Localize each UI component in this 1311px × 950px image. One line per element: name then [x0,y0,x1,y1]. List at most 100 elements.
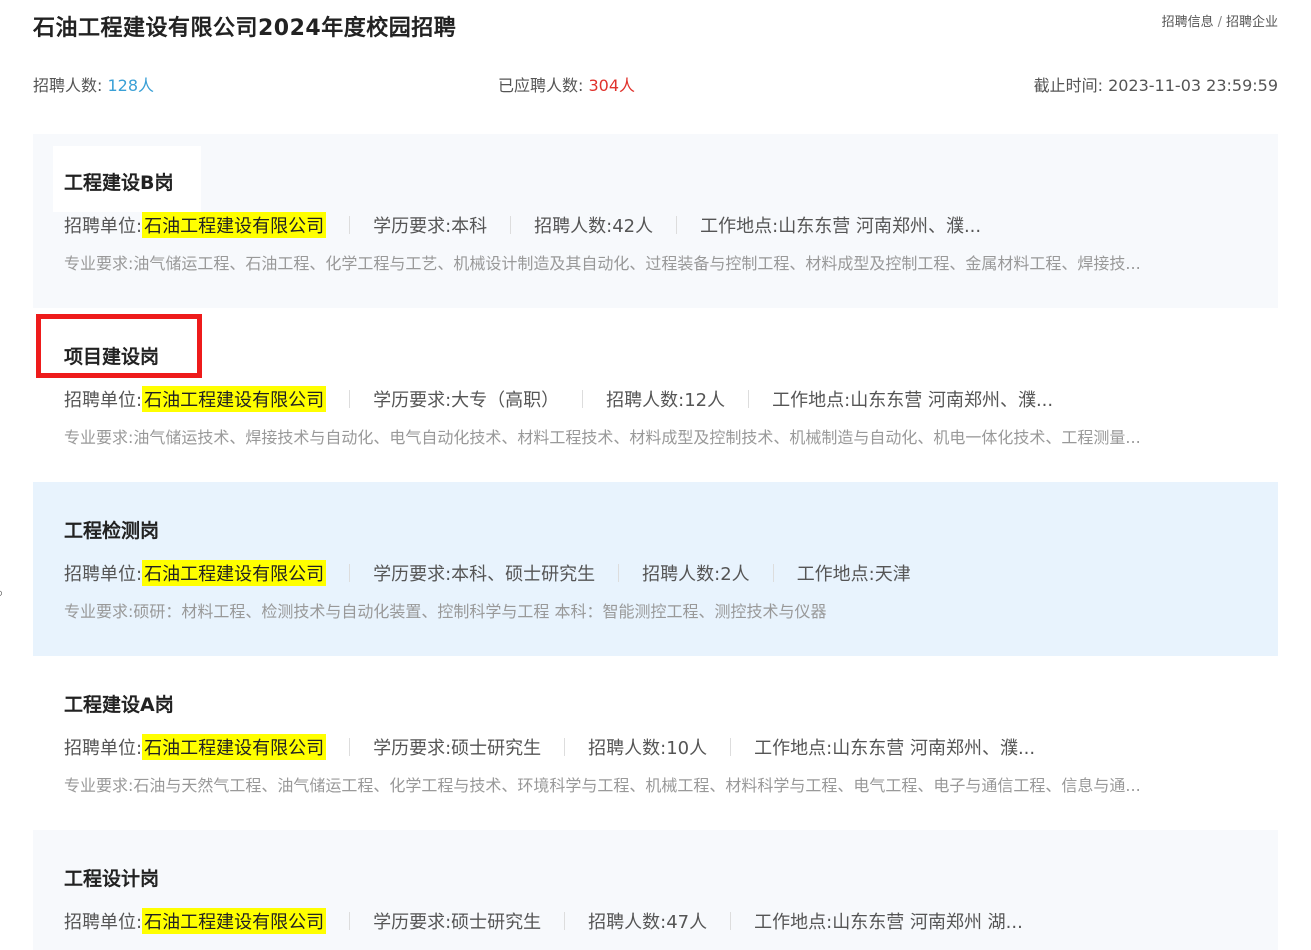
job-location: 工作地点: 山东东营 河南郑州 湖... [754,908,1023,934]
info-divider [730,912,732,930]
job-list: 工程建设B岗 招聘单位: 石油工程建设有限公司 学历要求: 本科 招聘人数: 42人 … [33,134,1278,950]
breadcrumb-recruit-company[interactable]: 招聘企业 [1226,15,1278,30]
job-major-label: 专业要求: [64,776,134,795]
job-unit: 招聘单位: 石油工程建设有限公司 [64,908,327,934]
applied-count-stat: 已应聘人数: 304人 [498,72,635,96]
job-card[interactable]: 项目建设岗 招聘单位: 石油工程建设有限公司 学历要求: 大专（高职） 招聘人数: 1… [33,308,1278,482]
job-count: 招聘人数: 12人 [606,386,725,412]
job-location-value: 天津 [874,564,911,585]
job-count: 招聘人数: 2人 [642,560,750,586]
job-card[interactable]: 工程建设B岗 招聘单位: 石油工程建设有限公司 学历要求: 本科 招聘人数: 42人 … [33,134,1278,308]
info-divider [349,390,351,408]
job-location-label: 工作地点: [754,738,833,759]
info-divider [349,912,351,930]
job-major-label: 专业要求: [64,254,134,273]
job-location-label: 工作地点: [700,216,779,237]
breadcrumb-recruit-info[interactable]: 招聘信息 [1162,15,1214,30]
job-count: 招聘人数: 42人 [534,212,653,238]
job-count: 招聘人数: 47人 [588,908,707,934]
job-education: 学历要求: 本科 [373,212,487,238]
info-divider [772,564,774,582]
job-location: 工作地点: 山东东营 河南郑州、濮... [754,734,1035,760]
job-education-value: 硕士研究生 [451,738,542,759]
info-divider [618,564,620,582]
job-unit: 招聘单位: 石油工程建设有限公司 [64,560,327,586]
job-education-label: 学历要求: [373,738,452,759]
job-title[interactable]: 工程检测岗 [64,516,159,543]
job-major: 专业要求:油气储运技术、焊接技术与自动化、电气自动化技术、材料工程技术、材料成型… [64,424,1249,448]
job-education-value: 本科、硕士研究生 [451,564,596,585]
page-title: 石油工程建设有限公司2024年度校园招聘 [33,16,457,41]
job-card[interactable]: 工程设计岗 招聘单位: 石油工程建设有限公司 学历要求: 硕士研究生 招聘人数: 47… [33,830,1278,950]
job-major-label: 专业要求: [64,428,134,447]
job-count-label: 招聘人数: [534,216,613,237]
applied-count-label: 已应聘人数: [498,76,584,95]
job-major: 专业要求:石油与天然气工程、油气储运工程、化学工程与技术、环境科学与工程、机械工… [64,772,1249,796]
recruit-count-label: 招聘人数: [33,76,103,95]
job-count-value: 47人 [666,912,708,933]
job-education: 学历要求: 硕士研究生 [373,908,541,934]
job-title[interactable]: 工程建设B岗 [64,168,173,195]
job-count-value: 12人 [684,390,726,411]
job-title[interactable]: 工程建设A岗 [64,690,174,717]
recruit-count-value: 128人 [107,76,155,95]
recruit-stats: 招聘人数: 128人 已应聘人数: 304人 截止时间: 2023-11-03 … [33,72,1278,96]
job-education: 学历要求: 本科、硕士研究生 [373,560,595,586]
job-location-label: 工作地点: [754,912,833,933]
job-location-value: 山东东营 河南郑州、濮... [850,390,1054,411]
deadline-stat: 截止时间: 2023-11-03 23:59:59 [1034,72,1278,96]
job-card[interactable]: 工程建设A岗 招聘单位: 石油工程建设有限公司 学历要求: 硕士研究生 招聘人数: 1… [33,656,1278,830]
info-divider [564,738,566,756]
job-unit: 招聘单位: 石油工程建设有限公司 [64,212,327,238]
job-title[interactable]: 工程设计岗 [64,864,159,891]
info-divider [676,216,678,234]
job-unit-value: 石油工程建设有限公司 [142,560,327,586]
job-major-value: 油气储运工程、石油工程、化学工程与工艺、机械设计制造及其自动化、过程装备与控制工… [133,254,1141,273]
job-unit-label: 招聘单位: [64,390,143,411]
job-count-value: 10人 [666,738,708,759]
info-divider [564,912,566,930]
info-divider [748,390,750,408]
job-major-value: 油气储运技术、焊接技术与自动化、电气自动化技术、材料工程技术、材料成型及控制技术… [133,428,1141,447]
job-location: 工作地点: 山东东营 河南郑州、濮... [700,212,981,238]
left-edge-handle: ◦ [0,584,6,606]
job-card[interactable]: 工程检测岗 招聘单位: 石油工程建设有限公司 学历要求: 本科、硕士研究生 招聘人数… [33,482,1278,656]
job-unit: 招聘单位: 石油工程建设有限公司 [64,734,327,760]
job-unit-value: 石油工程建设有限公司 [142,212,327,238]
job-title[interactable]: 项目建设岗 [64,342,159,369]
job-major: 专业要求:油气储运工程、石油工程、化学工程与工艺、机械设计制造及其自动化、过程装… [64,250,1249,274]
job-unit-label: 招聘单位: [64,216,143,237]
job-count-label: 招聘人数: [588,912,667,933]
job-unit-label: 招聘单位: [64,912,143,933]
job-education: 学历要求: 硕士研究生 [373,734,541,760]
breadcrumb-separator: / [1217,15,1222,30]
job-unit-value: 石油工程建设有限公司 [142,734,327,760]
job-education-value: 硕士研究生 [451,912,542,933]
job-education-value: 大专（高职） [451,390,560,411]
recruit-count-stat: 招聘人数: 128人 [33,72,154,96]
info-divider [349,738,351,756]
info-divider [510,216,512,234]
job-location-label: 工作地点: [772,390,851,411]
job-location-value: 山东东营 河南郑州、濮... [778,216,982,237]
job-count-value: 2人 [720,564,750,585]
job-count-label: 招聘人数: [588,738,667,759]
job-location: 工作地点: 天津 [797,560,911,586]
job-education-value: 本科 [451,216,488,237]
info-divider [349,564,351,582]
job-count-value: 42人 [612,216,654,237]
job-major-value: 硕研：材料工程、检测技术与自动化装置、控制科学与工程 本科：智能测控工程、测控技… [133,602,827,621]
job-info-row: 招聘单位: 石油工程建设有限公司 学历要求: 硕士研究生 招聘人数: 47人 工作地点… [64,908,1278,934]
job-education-label: 学历要求: [373,564,452,585]
job-count-label: 招聘人数: [606,390,685,411]
job-count: 招聘人数: 10人 [588,734,707,760]
breadcrumb: 招聘信息 / 招聘企业 [1162,11,1278,30]
job-info-row: 招聘单位: 石油工程建设有限公司 学历要求: 本科 招聘人数: 42人 工作地点: 山东… [64,212,1278,238]
applied-count-value: 304人 [588,76,636,95]
deadline-value: 2023-11-03 23:59:59 [1108,76,1278,95]
job-location-label: 工作地点: [796,564,875,585]
info-divider [349,216,351,234]
info-divider [730,738,732,756]
job-education-label: 学历要求: [373,390,452,411]
job-location: 工作地点: 山东东营 河南郑州、濮... [772,386,1053,412]
